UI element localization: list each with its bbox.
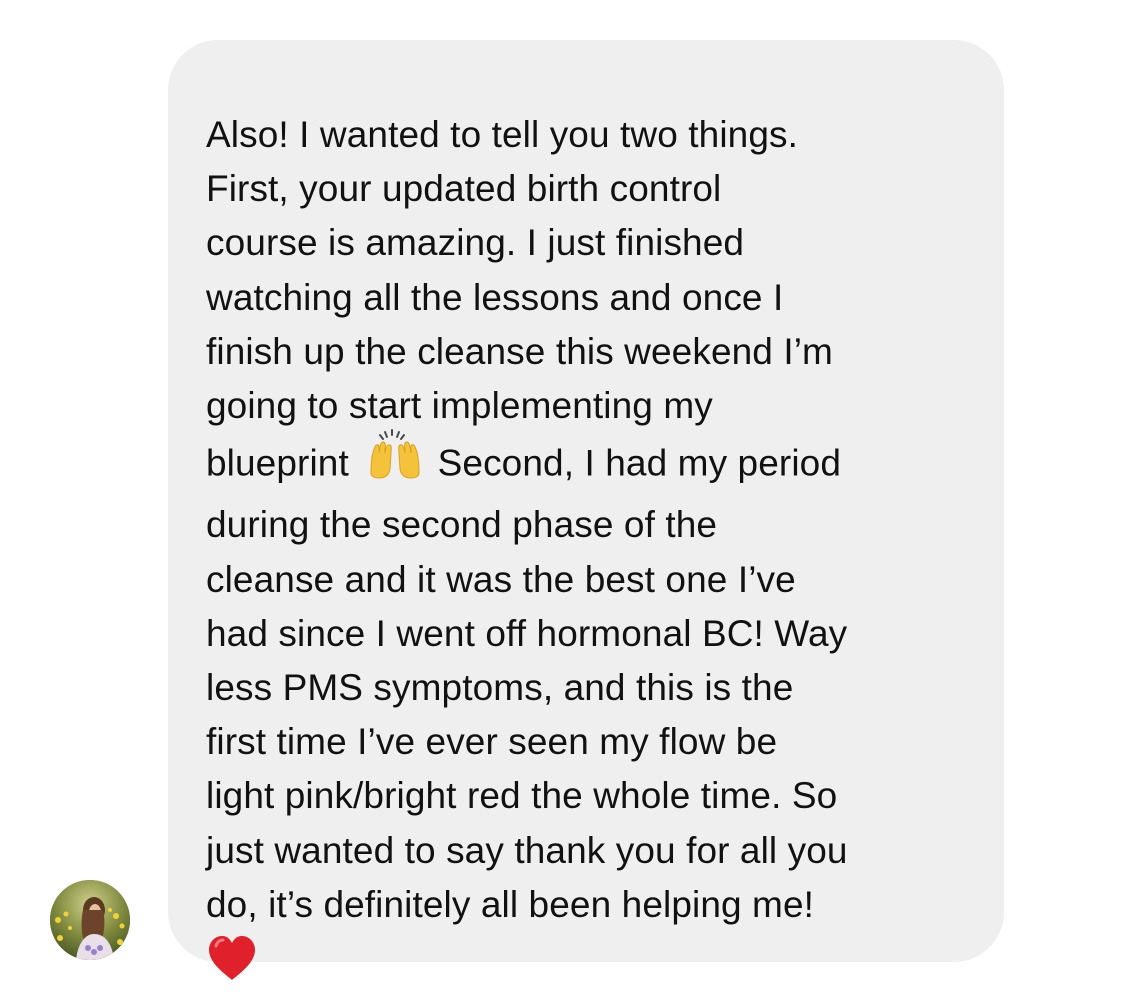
message-line: course is amazing. I just finished <box>206 222 745 264</box>
message-line: finish up the cleanse this weekend I’m <box>206 330 833 372</box>
message-line: light pink/bright red the whole time. So <box>206 775 838 817</box>
message-text: Second, I had my period <box>437 442 841 484</box>
message-line: had since I went off hormonal BC! Way <box>206 612 848 654</box>
avatar-image <box>50 880 130 960</box>
message-bubble[interactable]: Also! I wanted to tell you two things. F… <box>168 40 1004 981</box>
message-line: during the second phase of the <box>206 504 718 546</box>
message-line: less PMS symptoms, and this is the <box>206 667 794 709</box>
message-text: blueprint <box>206 442 349 484</box>
message-line: Also! I wanted to tell you two things. <box>206 114 799 155</box>
raising-hands-icon <box>367 429 423 494</box>
red-heart-icon <box>206 934 258 997</box>
message-line: do, it’s definitely all been helping me! <box>206 883 815 925</box>
heart-line <box>206 932 974 995</box>
message-line: first time I’ve ever seen my flow be <box>206 721 778 763</box>
message-line-with-emoji: blueprint Second, I had my period <box>206 429 974 498</box>
message-line: watching all the lessons and once I <box>206 276 784 318</box>
message-line: First, your updated birth control <box>206 168 722 210</box>
message-line: cleanse and it was the best one I’ve <box>206 558 796 600</box>
message-line: going to start implementing my <box>206 385 713 427</box>
message-line: just wanted to say thank you for all you <box>206 829 848 871</box>
avatar[interactable] <box>50 880 130 960</box>
